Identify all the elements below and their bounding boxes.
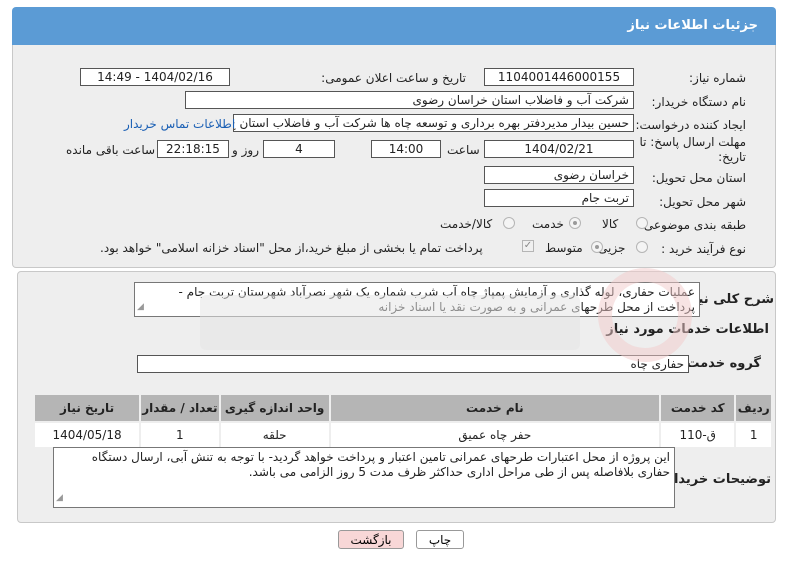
province-label: استان محل تحویل: xyxy=(651,171,746,185)
col-quantity: تعداد / مقدار xyxy=(139,393,221,423)
city-label: شهر محل تحویل: xyxy=(659,195,746,209)
payment-note: پرداخت تمام یا بخشی از مبلغ خرید،از محل … xyxy=(100,241,483,255)
category-option-goods-service: کالا/خدمت xyxy=(440,217,493,231)
services-table: ردیف کد خدمت نام خدمت واحد اندازه گیری ت… xyxy=(32,393,773,449)
category-label: طبقه بندی موضوعی: xyxy=(639,218,746,232)
process-radio-medium[interactable] xyxy=(591,241,603,253)
days-field: 4 xyxy=(263,140,335,158)
remaining-time-field: 22:18:15 xyxy=(157,140,229,158)
col-service-name: نام خدمت xyxy=(328,393,662,423)
col-row: ردیف xyxy=(734,393,773,423)
need-number-label: شماره نیاز: xyxy=(689,71,746,85)
category-option-goods: کالا xyxy=(602,217,619,231)
announce-label: تاریخ و ساعت اعلان عمومی: xyxy=(321,71,466,85)
cell-need-date: 1404/05/18 xyxy=(32,421,142,449)
description-text: عملیات حفاری، لوله گذاری و آزمایش پمپاژ … xyxy=(178,285,695,314)
buyer-org-label: نام دستگاه خریدار: xyxy=(651,95,747,109)
page-header: جزئیات اطلاعات نیاز xyxy=(12,7,776,45)
deadline-date-field: 1404/02/21 xyxy=(484,140,634,158)
cell-service-code: ق-110 xyxy=(658,421,737,449)
process-option-medium: متوسط xyxy=(545,241,583,255)
cell-unit: حلقه xyxy=(218,421,331,449)
description-textarea[interactable]: عملیات حفاری، لوله گذاری و آزمایش پمپاژ … xyxy=(134,282,700,317)
deadline-label-line1: مهلت ارسال پاسخ: تا xyxy=(639,135,746,149)
remaining-time-label: ساعت باقی مانده xyxy=(66,143,156,157)
col-unit: واحد اندازه گیری xyxy=(218,393,331,423)
process-label: نوع فرآیند خرید : xyxy=(661,242,746,256)
category-option-service: خدمت xyxy=(532,217,564,231)
buyer-notes-text: این پروژه از محل اعتبارات طرحهای عمرانی … xyxy=(91,450,670,479)
category-radio-service[interactable] xyxy=(569,217,581,229)
back-button[interactable]: بازگشت xyxy=(338,530,404,549)
buyer-org-field: شرکت آب و فاضلاب استان خراسان رضوی xyxy=(185,91,634,109)
buyer-notes-textarea[interactable]: این پروژه از محل اعتبارات طرحهای عمرانی … xyxy=(53,447,675,508)
services-section-title: اطلاعات خدمات مورد نیاز xyxy=(606,322,769,337)
days-label: روز و xyxy=(232,143,259,157)
col-need-date: تاریخ نیاز xyxy=(32,393,142,423)
creator-label: ایجاد کننده درخواست: xyxy=(635,118,746,132)
category-radio-goods-service[interactable] xyxy=(503,217,515,229)
city-field: تربت جام xyxy=(484,189,634,207)
process-radio-minor[interactable] xyxy=(636,241,648,253)
deadline-time-field: 14:00 xyxy=(371,140,441,158)
table-row: 1 ق-110 حفر چاه عمیق حلقه 1 1404/05/18 xyxy=(32,421,773,449)
cell-row: 1 xyxy=(734,421,773,449)
buyer-notes-label: توضیحات خریدار: xyxy=(661,472,771,487)
category-radio-goods[interactable] xyxy=(636,217,648,229)
service-group-label: گروه خدمت: xyxy=(681,356,761,371)
page-title: جزئیات اطلاعات نیاز xyxy=(627,18,758,33)
need-number-field: 1104001446000155 xyxy=(484,68,634,86)
creator-field: حسین بیدار مدیردفتر بهره برداری و توسعه … xyxy=(233,114,634,132)
payment-checkbox[interactable]: ✓ xyxy=(522,240,534,252)
announce-field: 1404/02/16 - 14:49 xyxy=(80,68,230,86)
resize-grip-icon[interactable]: ◢ xyxy=(137,300,144,315)
cell-service-name: حفر چاه عمیق xyxy=(328,421,662,449)
print-button[interactable]: چاپ xyxy=(416,530,464,549)
deadline-label-line2: تاریخ: xyxy=(718,150,746,164)
service-group-field: حفاری چاه xyxy=(137,355,689,373)
deadline-label: مهلت ارسال پاسخ: تا تاریخ: xyxy=(639,135,746,165)
col-service-code: کد خدمت xyxy=(658,393,737,423)
cell-quantity: 1 xyxy=(139,421,221,449)
contact-buyer-link[interactable]: اطلاعات تماس خریدار xyxy=(124,117,235,131)
province-field: خراسان رضوی xyxy=(484,166,634,184)
table-header-row: ردیف کد خدمت نام خدمت واحد اندازه گیری ت… xyxy=(32,393,773,423)
resize-grip-icon[interactable]: ◢ xyxy=(56,491,63,506)
deadline-time-label: ساعت xyxy=(447,143,480,157)
